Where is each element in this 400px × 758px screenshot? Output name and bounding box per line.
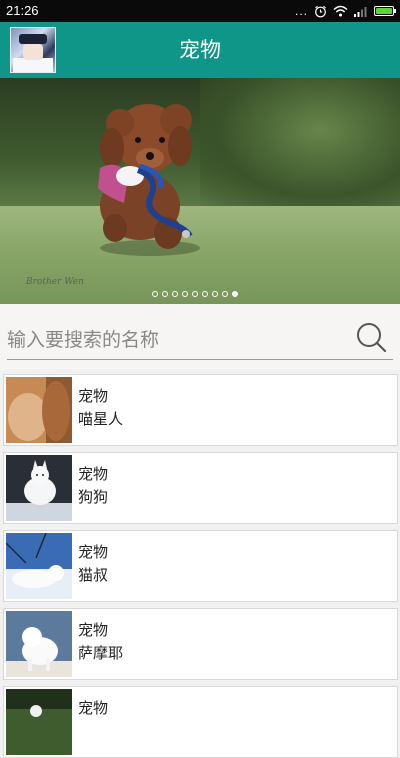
status-icons: ... bbox=[294, 3, 396, 19]
pager-dot[interactable] bbox=[182, 291, 188, 297]
item-subtitle: 狗狗 bbox=[78, 488, 109, 506]
wifi-icon bbox=[333, 5, 348, 17]
app-bar: 宠物 bbox=[0, 22, 400, 78]
thumbnail-image bbox=[6, 533, 72, 599]
thumbnail-image bbox=[6, 377, 72, 443]
pager-dot[interactable] bbox=[192, 291, 198, 297]
banner-carousel[interactable]: Brother Wen bbox=[0, 78, 400, 304]
banner-puppy-image bbox=[98, 104, 200, 256]
search-underline bbox=[7, 359, 393, 360]
item-title: 宠物 bbox=[78, 699, 109, 717]
status-time: 21:26 bbox=[6, 3, 39, 18]
pager-dot[interactable] bbox=[172, 291, 178, 297]
avatar[interactable] bbox=[10, 27, 56, 73]
list-item[interactable]: 宠物 bbox=[3, 686, 398, 758]
pager-dot[interactable] bbox=[222, 291, 228, 297]
pager-dot[interactable] bbox=[152, 291, 158, 297]
item-title: 宠物 bbox=[78, 387, 109, 405]
pager-indicator[interactable] bbox=[152, 291, 238, 297]
more-dots: ... bbox=[294, 4, 308, 18]
item-subtitle: 萨摩耶 bbox=[78, 644, 124, 662]
search-input[interactable] bbox=[7, 320, 347, 360]
pager-dot[interactable] bbox=[232, 291, 238, 297]
thumbnail-image bbox=[6, 689, 72, 755]
item-title: 宠物 bbox=[78, 543, 109, 561]
pager-dot[interactable] bbox=[162, 291, 168, 297]
list-item[interactable]: 宠物 萨摩耶 bbox=[3, 608, 398, 680]
list-item[interactable]: 宠物 狗狗 bbox=[3, 452, 398, 524]
list-item[interactable]: 宠物 喵星人 bbox=[3, 374, 398, 446]
alarm-icon bbox=[315, 5, 326, 17]
list-item[interactable]: 宠物 猫叔 bbox=[3, 530, 398, 602]
thumbnail-image bbox=[6, 455, 72, 521]
status-bar: 21:26 ... bbox=[0, 0, 400, 22]
search-icon[interactable] bbox=[354, 320, 388, 354]
thumbnail-image bbox=[6, 611, 72, 677]
page-title: 宠物 bbox=[179, 38, 221, 62]
item-subtitle: 猫叔 bbox=[78, 566, 109, 584]
pager-dot[interactable] bbox=[202, 291, 208, 297]
signal-icon bbox=[354, 6, 367, 17]
battery-fill bbox=[376, 8, 392, 14]
banner-watermark: Brother Wen bbox=[26, 277, 84, 287]
pager-dot[interactable] bbox=[212, 291, 218, 297]
item-title: 宠物 bbox=[78, 621, 109, 639]
search-bar bbox=[0, 304, 400, 370]
item-subtitle: 喵星人 bbox=[78, 410, 124, 428]
battery-icon bbox=[374, 6, 396, 16]
item-title: 宠物 bbox=[78, 465, 109, 483]
